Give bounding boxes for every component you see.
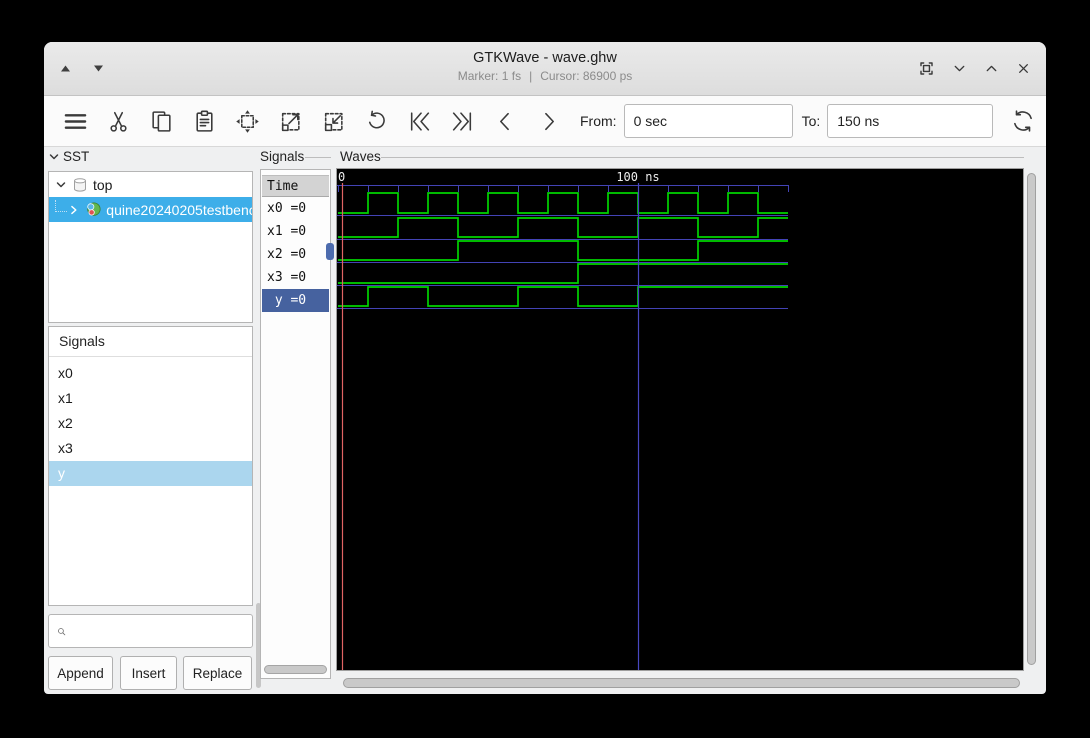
titlebar[interactable]: GTKWave - wave.ghw Marker: 1 fs | Cursor: … [44,42,1046,96]
triangle-up-icon[interactable] [60,64,71,73]
go-last-icon[interactable] [441,101,484,141]
go-next-icon[interactable] [527,101,570,141]
signal-search-box[interactable] [48,614,253,648]
chevron-up-icon[interactable] [983,60,1000,77]
wave-canvas[interactable]: 0 100 ns [337,169,1023,670]
tree-item-testbench[interactable]: quine20240205testbenc [49,197,252,222]
replace-button[interactable]: Replace [183,656,252,690]
reload-icon[interactable] [1001,101,1044,141]
list-item-x0[interactable]: x0 [49,361,252,386]
zoom-fit-icon[interactable] [226,101,269,141]
cylinder-icon [74,177,86,192]
waves-frame-line [381,157,1024,158]
wave-viewport[interactable]: 0 100 ns [336,168,1024,671]
close-icon[interactable] [1015,60,1032,77]
zoom-out-icon[interactable] [312,101,355,141]
list-item-y[interactable]: y [49,461,252,486]
signal-row-x1[interactable]: x1 =0 [262,220,329,243]
signal-row-y[interactable]: y =0 [262,289,329,312]
marker-status: Marker: 1 fs [457,69,522,83]
tree-guide [55,199,67,212]
signals-frame-label: Signals [260,149,305,164]
sst-expander-icon[interactable] [48,151,60,163]
maximize-icon[interactable] [917,59,936,78]
wave-x3 [338,263,788,284]
list-item-x3[interactable]: x3 [49,436,252,461]
window-title: GTKWave - wave.ghw [473,50,617,66]
wave-vscrollbar[interactable] [1027,173,1036,665]
cursor-status: Cursor: 86900 ps [540,69,633,83]
timeline-label: 100 ns [616,170,659,184]
gtkwave-window: GTKWave - wave.ghw Marker: 1 fs | Cursor: … [44,42,1046,694]
sst-header[interactable]: SST [48,149,89,164]
expander-right-icon[interactable] [68,204,80,216]
undo-icon[interactable] [355,101,398,141]
from-input[interactable] [623,104,793,138]
toolbar: From: To: [44,96,1046,147]
to-input[interactable] [827,104,994,138]
signals-frame-line [305,157,331,158]
tree-item-top[interactable]: top [49,172,252,197]
triangle-down-icon[interactable] [93,64,104,73]
waves-frame-label: Waves [340,149,381,164]
signal-row-x3[interactable]: x3 =0 [262,266,329,289]
search-icon [58,627,66,635]
desktop: { "titlebar": { "title": "GTKWave - wave… [0,0,1090,738]
signal-search-panel[interactable]: Signals x0 x1 x2 x3 y [48,326,253,606]
sst-label: SST [63,149,90,164]
insert-button[interactable]: Insert [120,656,177,690]
status-separator: | [529,69,533,83]
window-status: Marker: 1 fs | Cursor: 86900 ps [44,69,1046,83]
main-content: SST top quine20240205testbenc Signals x0… [44,148,1046,694]
signal-name-panel[interactable]: Time x0 =0 x1 =0 x2 =0 x3 =0 y =0 [260,169,331,679]
go-first-icon[interactable] [398,101,441,141]
paste-icon[interactable] [183,101,226,141]
wave-x1 [338,217,788,238]
wave-y [338,286,788,307]
menu-icon[interactable] [54,101,97,141]
timeline-label: 0 [338,170,345,184]
signal-row-x0[interactable]: x0 =0 [262,197,329,220]
sst-tree-panel[interactable]: top quine20240205testbenc [48,171,253,323]
to-label: To: [801,113,821,129]
module-icon [86,202,101,216]
signal-name-vscrollbar[interactable] [326,243,334,260]
from-label: From: [580,113,617,129]
time-header[interactable]: Time [262,175,329,197]
chevron-down-icon[interactable] [951,60,968,77]
signal-name-hscrollbar[interactable] [264,665,327,674]
expander-down-icon[interactable] [55,179,67,191]
zoom-in-icon[interactable] [269,101,312,141]
tree-item-label: top [93,176,113,193]
append-button[interactable]: Append [48,656,113,690]
signal-row-x2[interactable]: x2 =0 [262,243,329,266]
wave-x2 [338,240,788,261]
wave-hscrollbar[interactable] [343,678,1020,688]
cut-icon[interactable] [97,101,140,141]
tree-item-label: quine20240205testbenc [106,201,252,218]
search-input[interactable] [72,617,252,645]
list-item-x1[interactable]: x1 [49,386,252,411]
go-prev-icon[interactable] [484,101,527,141]
list-item-x2[interactable]: x2 [49,411,252,436]
signal-search-header: Signals [49,327,252,357]
wave-x0 [338,192,788,214]
copy-icon[interactable] [140,101,183,141]
